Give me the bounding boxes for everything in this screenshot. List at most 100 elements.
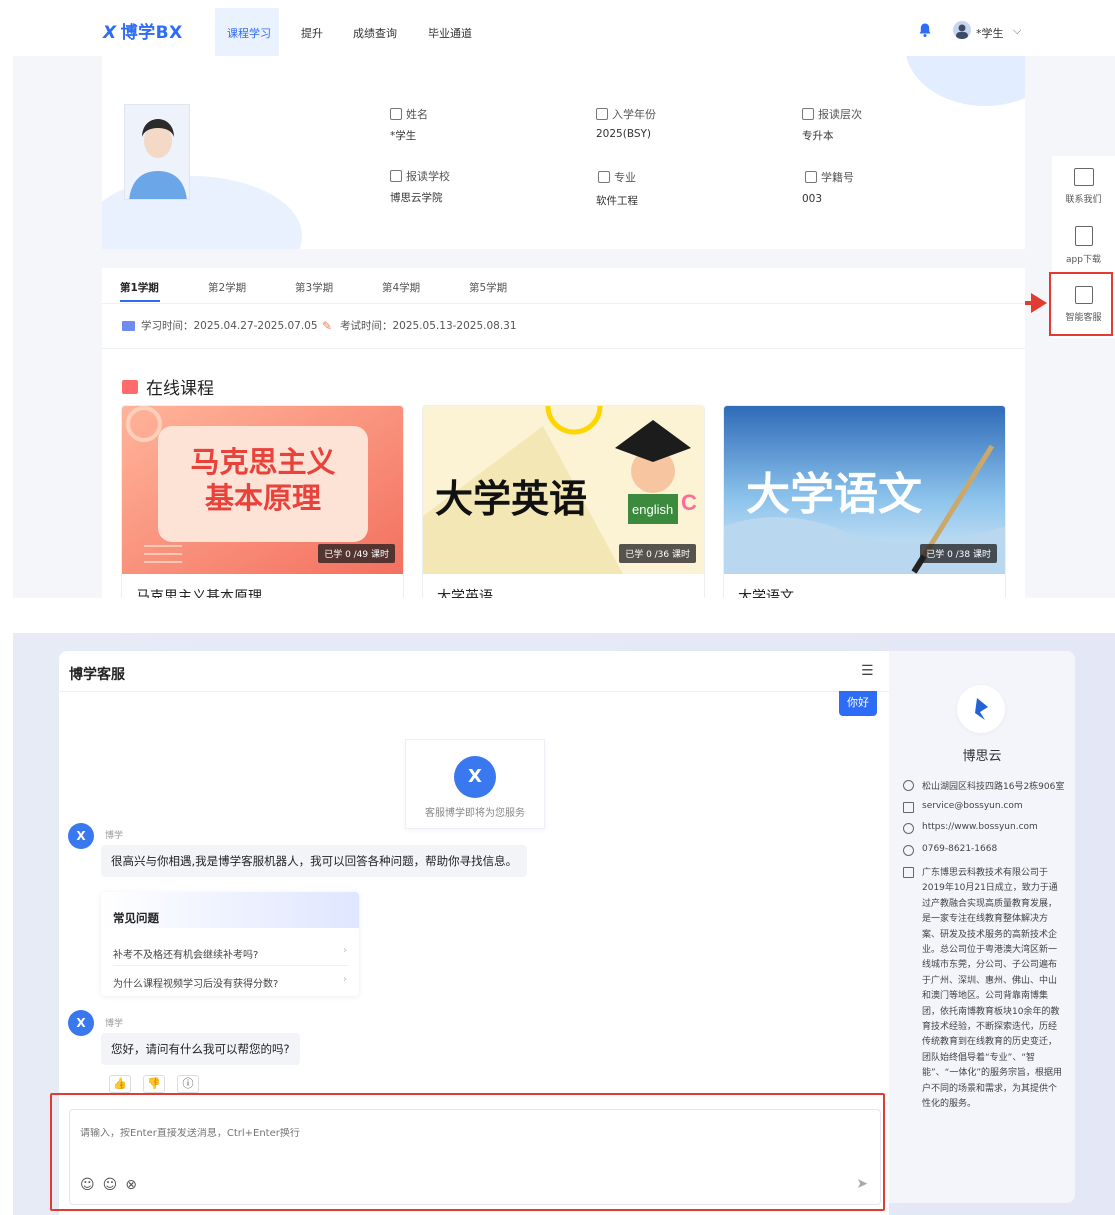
bell-icon[interactable] — [917, 22, 933, 38]
document-icon — [903, 867, 914, 878]
dock-contact-us[interactable]: 联系我们 — [1052, 168, 1115, 205]
term-card: 第1学期 第2学期 第3学期 第4学期 第5学期 学习时间：2025.04.27… — [102, 268, 1025, 598]
company-email: service@bossyun.com — [903, 801, 1023, 813]
top-navbar: X 博学BX 课程学习 提升 成绩查询 毕业通道 *学生 ⌵ — [13, 0, 1115, 56]
nav-graduation[interactable]: 毕业通道 — [428, 25, 472, 41]
edit-icon — [390, 108, 402, 120]
id-card-icon — [802, 108, 814, 120]
customer-service-panel: 博学客服 ☰ 你好 X 客服博学即将为您服务 X 博学 很高兴与你相遇,我是博学… — [13, 633, 1115, 1215]
welcome-card: X 客服博学即将为您服务 — [405, 739, 545, 829]
progress-badge: 已学 0 /36 课时 — [619, 544, 696, 563]
progress-badge: 已学 0 /38 课时 — [920, 544, 997, 563]
chat-title: 博学客服 — [69, 667, 125, 683]
annotation-highlight-box — [50, 1093, 885, 1211]
faq-item[interactable]: 为什么课程视频学习后没有获得分数? — [113, 975, 278, 990]
field-student-no-value: 003 — [802, 193, 823, 205]
chevron-down-icon[interactable]: ⌵ — [1013, 24, 1021, 38]
thumbs-up-icon[interactable]: 👍 — [109, 1075, 131, 1093]
field-enroll-year-label: 入学年份 — [596, 106, 656, 122]
tab-term-4[interactable]: 第4学期 — [382, 280, 420, 295]
profile-card: 姓名 *学生 入学年份 2025(BSY) 报读层次 专升本 报读学校 博思云学… — [102, 56, 1025, 249]
field-name-label: 姓名 — [390, 106, 428, 122]
user-avatar[interactable] — [953, 21, 971, 39]
field-enroll-year-value: 2025(BSY) — [596, 128, 652, 140]
field-major-label: 专业 — [598, 169, 636, 185]
cover-text: 马克思主义 基本原理 — [190, 445, 336, 515]
annotation-highlight-box — [1049, 272, 1113, 336]
info-icon[interactable]: ⓘ — [177, 1075, 199, 1093]
nav-improve[interactable]: 提升 — [301, 25, 323, 41]
nav-grade-query[interactable]: 成绩查询 — [353, 25, 397, 41]
company-website: https://www.bossyun.com — [903, 822, 1038, 834]
course-card-chinese[interactable]: 大学语文 已学 0 /38 课时 大学语文 — [723, 405, 1006, 598]
company-phone: 0769-8621-1668 — [903, 844, 997, 856]
company-name: 博思云 — [962, 749, 1002, 764]
tab-term-1[interactable]: 第1学期 — [120, 280, 159, 295]
user-name[interactable]: *学生 — [976, 25, 1004, 41]
user-message: 你好 — [839, 691, 877, 716]
divider — [102, 303, 1025, 304]
faq-item[interactable]: 补考不及格还有机会继续补考吗? — [113, 946, 258, 961]
course-card-marxism[interactable]: 马克思主义 基本原理 已学 0 /49 课时 马克思主义基本原理 — [121, 405, 404, 598]
field-school-label: 报读学校 — [390, 168, 450, 184]
mail-icon — [903, 802, 914, 813]
field-school-value: 博思云学院 — [390, 192, 443, 204]
book-icon — [122, 320, 135, 331]
field-level-value: 专升本 — [802, 130, 834, 142]
company-info-panel: 博思云 松山湖园区科技四路16号2栋906室 service@bossyun.c… — [889, 651, 1075, 1203]
svg-text:C: C — [681, 490, 697, 515]
divider — [102, 348, 1025, 349]
field-level-label: 报读层次 — [802, 106, 862, 122]
dock-app-download[interactable]: app下载 — [1052, 226, 1115, 265]
thumbs-down-icon[interactable]: 👎 — [143, 1075, 165, 1093]
pencil-icon: ✎ — [322, 318, 333, 333]
calendar-icon — [596, 108, 608, 120]
field-major-value: 软件工程 — [596, 195, 638, 207]
number-icon — [805, 171, 817, 183]
book-icon — [598, 171, 610, 183]
cover-english-label: english — [632, 502, 673, 517]
course-card-english[interactable]: english C 大学英语 已学 0 /36 课时 大学英语 — [422, 405, 705, 598]
tab-active-indicator — [120, 300, 160, 302]
field-name-value: *学生 — [390, 130, 417, 142]
faq-card: 常见问题 补考不及格还有机会继续补考吗? › 为什么课程视频学习后没有获得分数?… — [101, 892, 359, 996]
school-icon — [390, 170, 402, 182]
divider — [59, 691, 889, 692]
bot-name: 博学 — [105, 1019, 124, 1029]
decor-blob — [905, 56, 1025, 106]
phone-icon — [903, 845, 914, 856]
bot-avatar: X — [68, 823, 94, 849]
tab-term-3[interactable]: 第3学期 — [295, 280, 333, 295]
bot-avatar: X — [68, 1010, 94, 1036]
progress-badge: 已学 0 /49 课时 — [318, 544, 395, 563]
feedback-bar: 👍 👎 ⓘ — [109, 1075, 199, 1093]
welcome-text: 客服博学即将为您服务 — [425, 808, 525, 819]
message-icon — [1073, 168, 1094, 186]
field-student-no-label: 学籍号 — [805, 169, 854, 185]
company-description: 广东博思云科教技术有限公司于2019年10月21日成立，致力于通过产教融合实现高… — [922, 868, 1062, 1110]
nav-course-study[interactable]: 课程学习 — [227, 25, 271, 41]
student-photo — [124, 104, 190, 200]
cover-text: 大学语文 — [746, 469, 922, 520]
tablet-icon — [1074, 226, 1093, 246]
bot-message: 您好，请问有什么我可以帮您的吗? — [101, 1033, 300, 1065]
course-title: 马克思主义基本原理 — [136, 589, 262, 598]
chevron-right-icon: › — [343, 974, 347, 985]
student-portal-panel: X 博学BX 课程学习 提升 成绩查询 毕业通道 *学生 ⌵ 姓名 *学生 入学年… — [13, 0, 1115, 598]
study-time: 学习时间：2025.04.27-2025.07.05 — [122, 318, 318, 333]
service-logo-icon: X — [454, 756, 496, 798]
course-title: 大学语文 — [738, 589, 794, 598]
cover-text: 大学英语 — [435, 476, 588, 521]
course-title: 大学英语 — [437, 589, 493, 598]
chevron-right-icon: › — [343, 945, 347, 956]
company-address: 松山湖园区科技四路16号2栋906室 — [903, 779, 1064, 792]
bot-name: 博学 — [105, 831, 124, 841]
tab-term-2[interactable]: 第2学期 — [208, 280, 246, 295]
section-title-online-courses: 在线课程 — [122, 374, 214, 399]
monitor-icon — [122, 379, 138, 394]
menu-icon[interactable]: ☰ — [861, 663, 874, 679]
brand-logo[interactable]: X 博学BX — [103, 18, 183, 43]
globe-icon — [903, 823, 914, 834]
exam-time: ✎ 考试时间：2025.05.13-2025.08.31 — [322, 318, 517, 333]
tab-term-5[interactable]: 第5学期 — [469, 280, 507, 295]
